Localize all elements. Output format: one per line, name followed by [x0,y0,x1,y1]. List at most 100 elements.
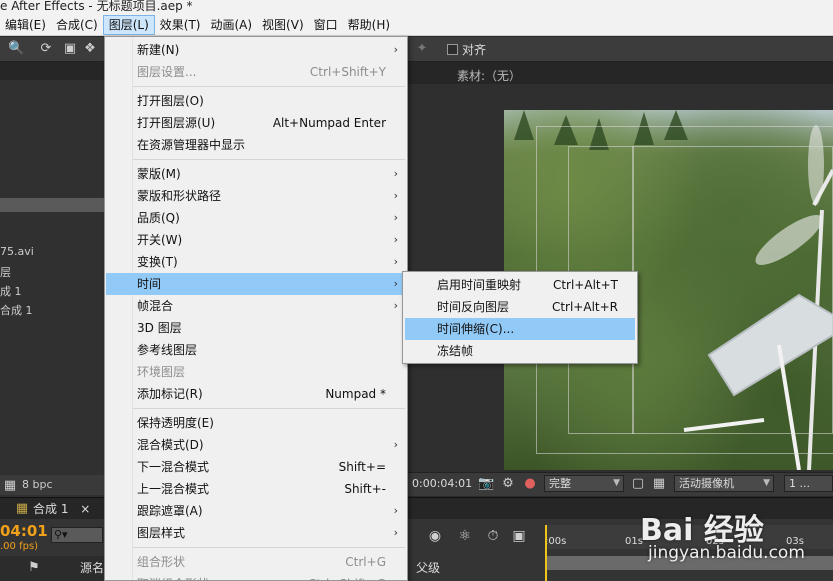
region-of-interest-icon[interactable]: ▢ [630,476,646,492]
menu-bar: 编辑(E) 合成(C) 图层(L) 效果(T) 动画(A) 视图(V) 窗口 帮助(H) [0,14,833,36]
project-panel-scrollbar[interactable] [0,198,104,212]
camera-tool-icon[interactable]: ▣ [62,41,78,57]
project-panel-header [0,62,104,80]
camera-select[interactable]: 活动摄像机 ▼ [674,475,774,492]
bit-depth-label[interactable]: 8 bpc [22,478,53,491]
parent-column[interactable]: 父级 [416,559,440,576]
menu-separator [133,86,405,87]
layer-menu-item[interactable]: 3D 图层 [106,317,406,339]
layer-menu-item[interactable]: 下一混合模式 Shift+= [106,456,406,478]
menu-item-label: 图层设置... [137,65,197,79]
snapshot-icon[interactable]: 📷 [478,476,494,492]
submenu-arrow-icon: › [393,438,398,451]
playhead[interactable] [545,525,547,581]
layer-menu-item[interactable]: 参考线图层 [106,339,406,361]
submenu-item-shortcut: Ctrl+Alt+T [552,278,618,292]
layer-menu-item[interactable]: 时间 › [106,273,406,295]
layer-menu-item[interactable]: 蒙版和形状路径 › [106,185,406,207]
zoom-tool-icon[interactable]: 🔍 [8,41,24,57]
layer-menu-item[interactable]: 打开图层源(U) Alt+Numpad Enter [106,112,406,134]
transparency-grid-icon[interactable]: ▦ [651,476,667,492]
menu-item-shortcut: Shift+- [344,482,386,496]
submenu-item-label: 启用时间重映射 [437,278,522,292]
menu-item-label: 蒙版和形状路径 [137,189,222,203]
menubar-item[interactable]: 视图(V) [257,15,309,35]
camera-value: 活动摄像机 [679,477,734,490]
layer-menu-item[interactable]: 保持透明度(E) [106,412,406,434]
rotate-tool-icon[interactable]: ⟳ [38,41,54,57]
project-item[interactable]: 层 [0,264,11,280]
menu-item-shortcut: Ctrl+G [345,555,386,569]
composition-icon: ▦ [15,501,29,516]
menu-item-label: 打开图层(O) [137,94,204,108]
stopwatch-icon[interactable]: ⏱ [484,527,502,545]
footage-tab[interactable]: 素材:（无） [457,67,521,84]
layer-menu-item[interactable]: 混合模式(D) › [106,434,406,456]
time-submenu-item[interactable]: 时间伸缩(C)... [405,318,635,340]
menubar-item[interactable]: 效果(T) [155,15,206,35]
source-name-column[interactable]: 源名 [80,559,104,576]
time-submenu-item[interactable]: 启用时间重映射 Ctrl+Alt+T [405,274,635,296]
align-checkbox[interactable] [447,44,458,55]
chevron-down-icon: ▼ [613,478,620,488]
views-select[interactable]: 1 ... [784,475,833,492]
layer-menu-item[interactable]: 变换(T) › [106,251,406,273]
roto-tool-icon[interactable]: ✦ [414,41,430,57]
menubar-item[interactable]: 合成(C) [51,15,103,35]
composition-tab[interactable]: 合成 1 × [33,500,90,518]
project-item[interactable]: 成 1 [0,283,22,299]
layer-menu-item[interactable]: 开关(W) › [106,229,406,251]
menubar-item[interactable]: 图层(L) [102,14,155,35]
menubar-item[interactable]: 编辑(E) [0,15,51,35]
menu-item-label: 跟踪遮罩(A) [137,504,203,518]
time-submenu-item[interactable]: 冻结帧 [405,340,635,362]
flowchart-icon[interactable]: ▦ [2,478,18,494]
viewer-timecode[interactable]: 0:00:04:01 [412,477,472,490]
ruler-tick: :00s [545,536,567,547]
menu-item-label: 图层样式 [137,526,186,540]
layer-menu-item[interactable]: 帧混合 › [106,295,406,317]
layer-menu-item[interactable]: 打开图层(O) [106,90,406,112]
current-time-display[interactable]: 04:01 [0,522,48,540]
resolution-select[interactable]: 完整 ▼ [544,475,624,492]
layer-menu-item[interactable]: 在资源管理器中显示 [106,134,406,156]
project-item[interactable]: 合成 1 [0,302,33,318]
resolution-value: 完整 [549,477,571,490]
layer-menu-item[interactable]: 新建(N) › [106,39,406,61]
layer-menu-item[interactable]: 上一混合模式 Shift+- [106,478,406,500]
menu-item-label: 帧混合 [137,299,174,313]
layer-menu-item[interactable]: 添加标记(R) Numpad * [106,383,406,405]
composition-tab-label: 合成 1 [33,502,69,516]
time-submenu-item[interactable]: 时间反向图层 Ctrl+Alt+R [405,296,635,318]
menu-item-label: 混合模式(D) [137,438,204,452]
show-snapshot-icon[interactable]: ⚙ [500,476,516,492]
layer-menu-item: 图层设置... Ctrl+Shift+Y [106,61,406,83]
layer-menu-item: 环境图层 [106,361,406,383]
views-value: 1 ... [789,477,810,490]
menubar-item[interactable]: 动画(A) [205,15,257,35]
label-tag-icon: ⚑ [28,560,40,575]
layer-menu-item[interactable]: 图层样式 › [106,522,406,544]
brainstorm-icon[interactable]: ▣ [510,527,528,545]
menu-item-label: 在资源管理器中显示 [137,138,246,152]
menu-item-label: 蒙版(M) [137,167,181,181]
submenu-arrow-icon: › [393,233,398,246]
menu-separator [133,408,405,409]
menubar-item[interactable]: 帮助(H) [343,15,395,35]
layer-menu-item[interactable]: 蒙版(M) › [106,163,406,185]
layer-menu-item[interactable]: 跟踪遮罩(A) › [106,500,406,522]
menu-item-label: 品质(Q) [137,211,180,225]
graph-editor-icon[interactable]: ⚛ [456,527,474,545]
layer-search-input[interactable]: ⚲▾ [51,527,103,543]
menu-item-shortcut: Numpad * [325,387,386,401]
menubar-item[interactable]: 窗口 [309,15,343,35]
submenu-arrow-icon: › [393,299,398,312]
pan-behind-tool-icon[interactable]: ❖ [82,41,98,57]
motion-blur-icon[interactable]: ◉ [426,527,444,545]
layer-menu-item: 组合形状 Ctrl+G [106,551,406,573]
layer-menu-item[interactable]: 品质(Q) › [106,207,406,229]
close-icon[interactable]: × [80,502,90,516]
channel-icon[interactable]: ● [522,476,538,492]
menu-item-label: 3D 图层 [137,321,182,335]
project-item[interactable]: 75.avi [0,245,34,258]
